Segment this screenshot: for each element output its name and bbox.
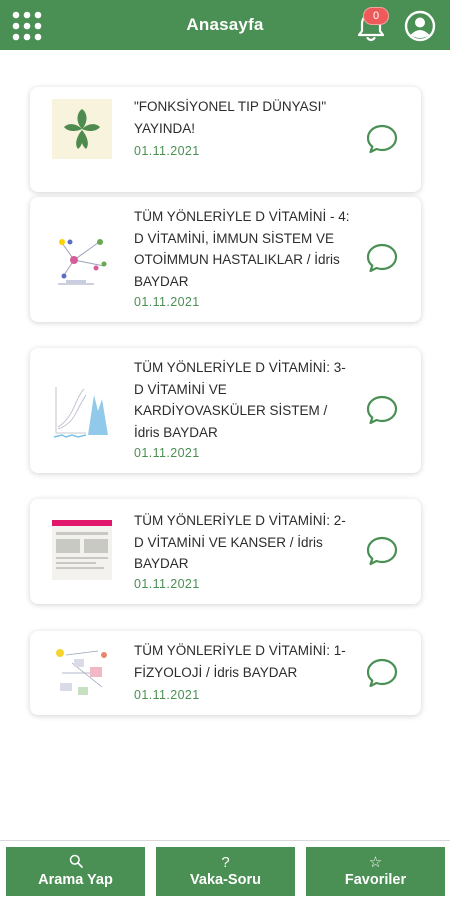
graph-icon: [52, 381, 112, 441]
physiology-diagram-icon: [52, 643, 112, 703]
notification-count-badge: 0: [363, 7, 389, 25]
search-icon: [69, 854, 83, 871]
page-title: Anasayfa: [186, 15, 264, 34]
article-date: 01.11.2021: [134, 144, 200, 158]
bottom-navigation: Arama Yap ? Vaka-Soru ☆ Favoriler: [0, 840, 450, 900]
comment-icon[interactable]: [365, 394, 399, 426]
document-icon: [52, 520, 112, 580]
article-card[interactable]: TÜM YÖNLERİYLE D VİTAMİNİ: 1-FİZYOLOJİ /…: [30, 631, 421, 715]
menu-grid-icon[interactable]: [12, 11, 42, 41]
article-card[interactable]: "FONKSİYONEL TIP DÜNYASI" YAYINDA! 01.11…: [30, 87, 421, 192]
case-question-tab-label: Vaka-Soru: [190, 872, 261, 888]
article-title: TÜM YÖNLERİYLE D VİTAMİNİ: 2- D VİTAMİNİ…: [134, 513, 346, 571]
profile-icon[interactable]: [404, 10, 436, 42]
case-question-tab-button[interactable]: ? Vaka-Soru: [156, 847, 295, 896]
article-title: TÜM YÖNLERİYLE D VİTAMİNİ: 1-FİZYOLOJİ /…: [134, 643, 346, 680]
app-header: Anasayfa 0: [0, 0, 450, 50]
article-title: TÜM YÖNLERİYLE D VİTAMİNİ: 3- D VİTAMİNİ…: [134, 360, 346, 440]
comment-icon[interactable]: [365, 242, 399, 274]
question-icon: ?: [221, 854, 230, 871]
immune-diagram-icon: [52, 230, 112, 290]
comment-icon[interactable]: [365, 657, 399, 689]
favorites-tab-label: Favoriler: [344, 872, 407, 888]
article-card[interactable]: TÜM YÖNLERİYLE D VİTAMİNİ: 2- D VİTAMİNİ…: [30, 499, 421, 604]
comment-icon[interactable]: [365, 535, 399, 567]
article-date: 01.11.2021: [134, 577, 200, 591]
comment-icon[interactable]: [365, 123, 399, 155]
leaf-logo-icon: [52, 99, 112, 159]
search-tab-label: Arama Yap: [38, 872, 113, 888]
favorites-tab-button[interactable]: ☆ Favoriler: [306, 847, 445, 896]
article-date: 01.11.2021: [134, 688, 200, 702]
article-title: TÜM YÖNLERİYLE D VİTAMİNİ - 4: D VİTAMİN…: [134, 209, 350, 289]
article-date: 01.11.2021: [134, 446, 200, 460]
article-date: 01.11.2021: [134, 295, 200, 309]
article-card[interactable]: TÜM YÖNLERİYLE D VİTAMİNİ - 4: D VİTAMİN…: [30, 197, 421, 322]
article-card[interactable]: TÜM YÖNLERİYLE D VİTAMİNİ: 3- D VİTAMİNİ…: [30, 348, 421, 473]
search-tab-button[interactable]: Arama Yap: [6, 847, 145, 896]
article-title: "FONKSİYONEL TIP DÜNYASI" YAYINDA!: [134, 99, 327, 136]
star-icon: ☆: [368, 854, 383, 871]
